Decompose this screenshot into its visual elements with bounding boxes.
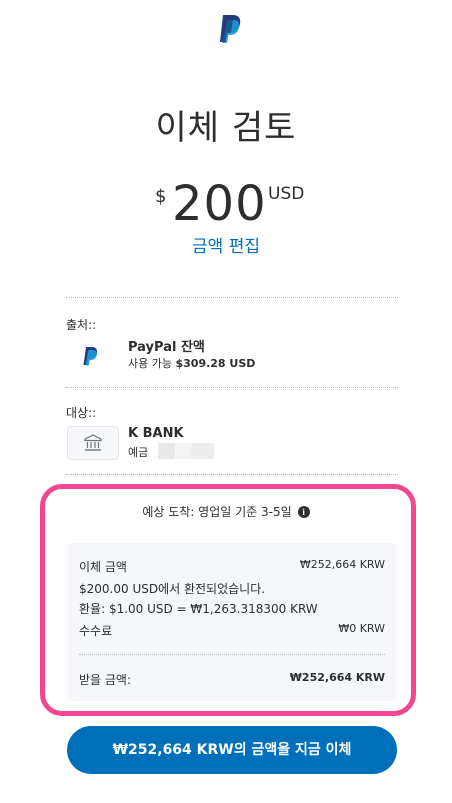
paypal-logo-icon [83,347,98,366]
balance-prefix: 사용 가능 [128,357,176,370]
transfer-amount: $ 200 USD [0,176,452,236]
bank-icon [84,434,102,451]
masked-account-number [158,443,214,459]
divider [66,474,398,475]
divider [66,387,398,388]
divider [79,654,385,655]
balance-value: $309.28 USD [175,357,256,370]
exchange-rate: 환율: $1.00 USD = ₩1,263.318300 KRW [79,602,318,616]
transfer-review-page: 이체 검토 $ 200 USD 금액 편집 출처:: PayPal 잔액 사용 … [0,0,452,803]
source-label: 출처:: [66,318,97,332]
receive-amount-value: ₩252,664 KRW [289,671,385,684]
transfer-details-panel: 이체 금액 ₩252,664 KRW $200.00 USD에서 환전되었습니다… [67,543,397,701]
estimated-arrival: 예상 도착: 영업일 기준 3-5일 i [0,503,452,520]
page-title: 이체 검토 [155,108,297,148]
fee-value: ₩0 KRW [338,622,385,635]
destination-account-type: 예금 [128,446,149,459]
paypal-logo-icon [220,15,241,43]
transfer-amount-label: 이체 금액 [79,560,127,574]
destination-label: 대상:: [66,406,97,420]
receive-amount-label: 받을 금액: [79,673,132,687]
destination-name: K BANK [128,426,184,441]
edit-amount-link[interactable]: 금액 편집 [0,232,452,257]
divider [66,297,398,298]
info-icon[interactable]: i [297,505,310,518]
bank-icon-box [67,426,119,460]
amount-currency: USD [268,184,305,204]
cta-suffix: 의 금액을 지금 이체 [233,742,352,758]
source-name: PayPal 잔액 [128,340,205,355]
amount-value: 200 [172,176,267,232]
transfer-now-button[interactable]: ₩252,664 KRW의 금액을 지금 이체 [67,726,397,774]
conversion-note: $200.00 USD에서 환전되었습니다. [79,582,266,596]
fee-label: 수수료 [79,624,113,638]
cta-amount: ₩252,664 KRW [112,742,234,758]
currency-symbol: $ [155,186,167,207]
eta-text: 예상 도착: 영업일 기준 3-5일 [142,505,292,519]
transfer-amount-value: ₩252,664 KRW [299,558,385,571]
source-balance: 사용 가능 $309.28 USD [128,355,255,371]
